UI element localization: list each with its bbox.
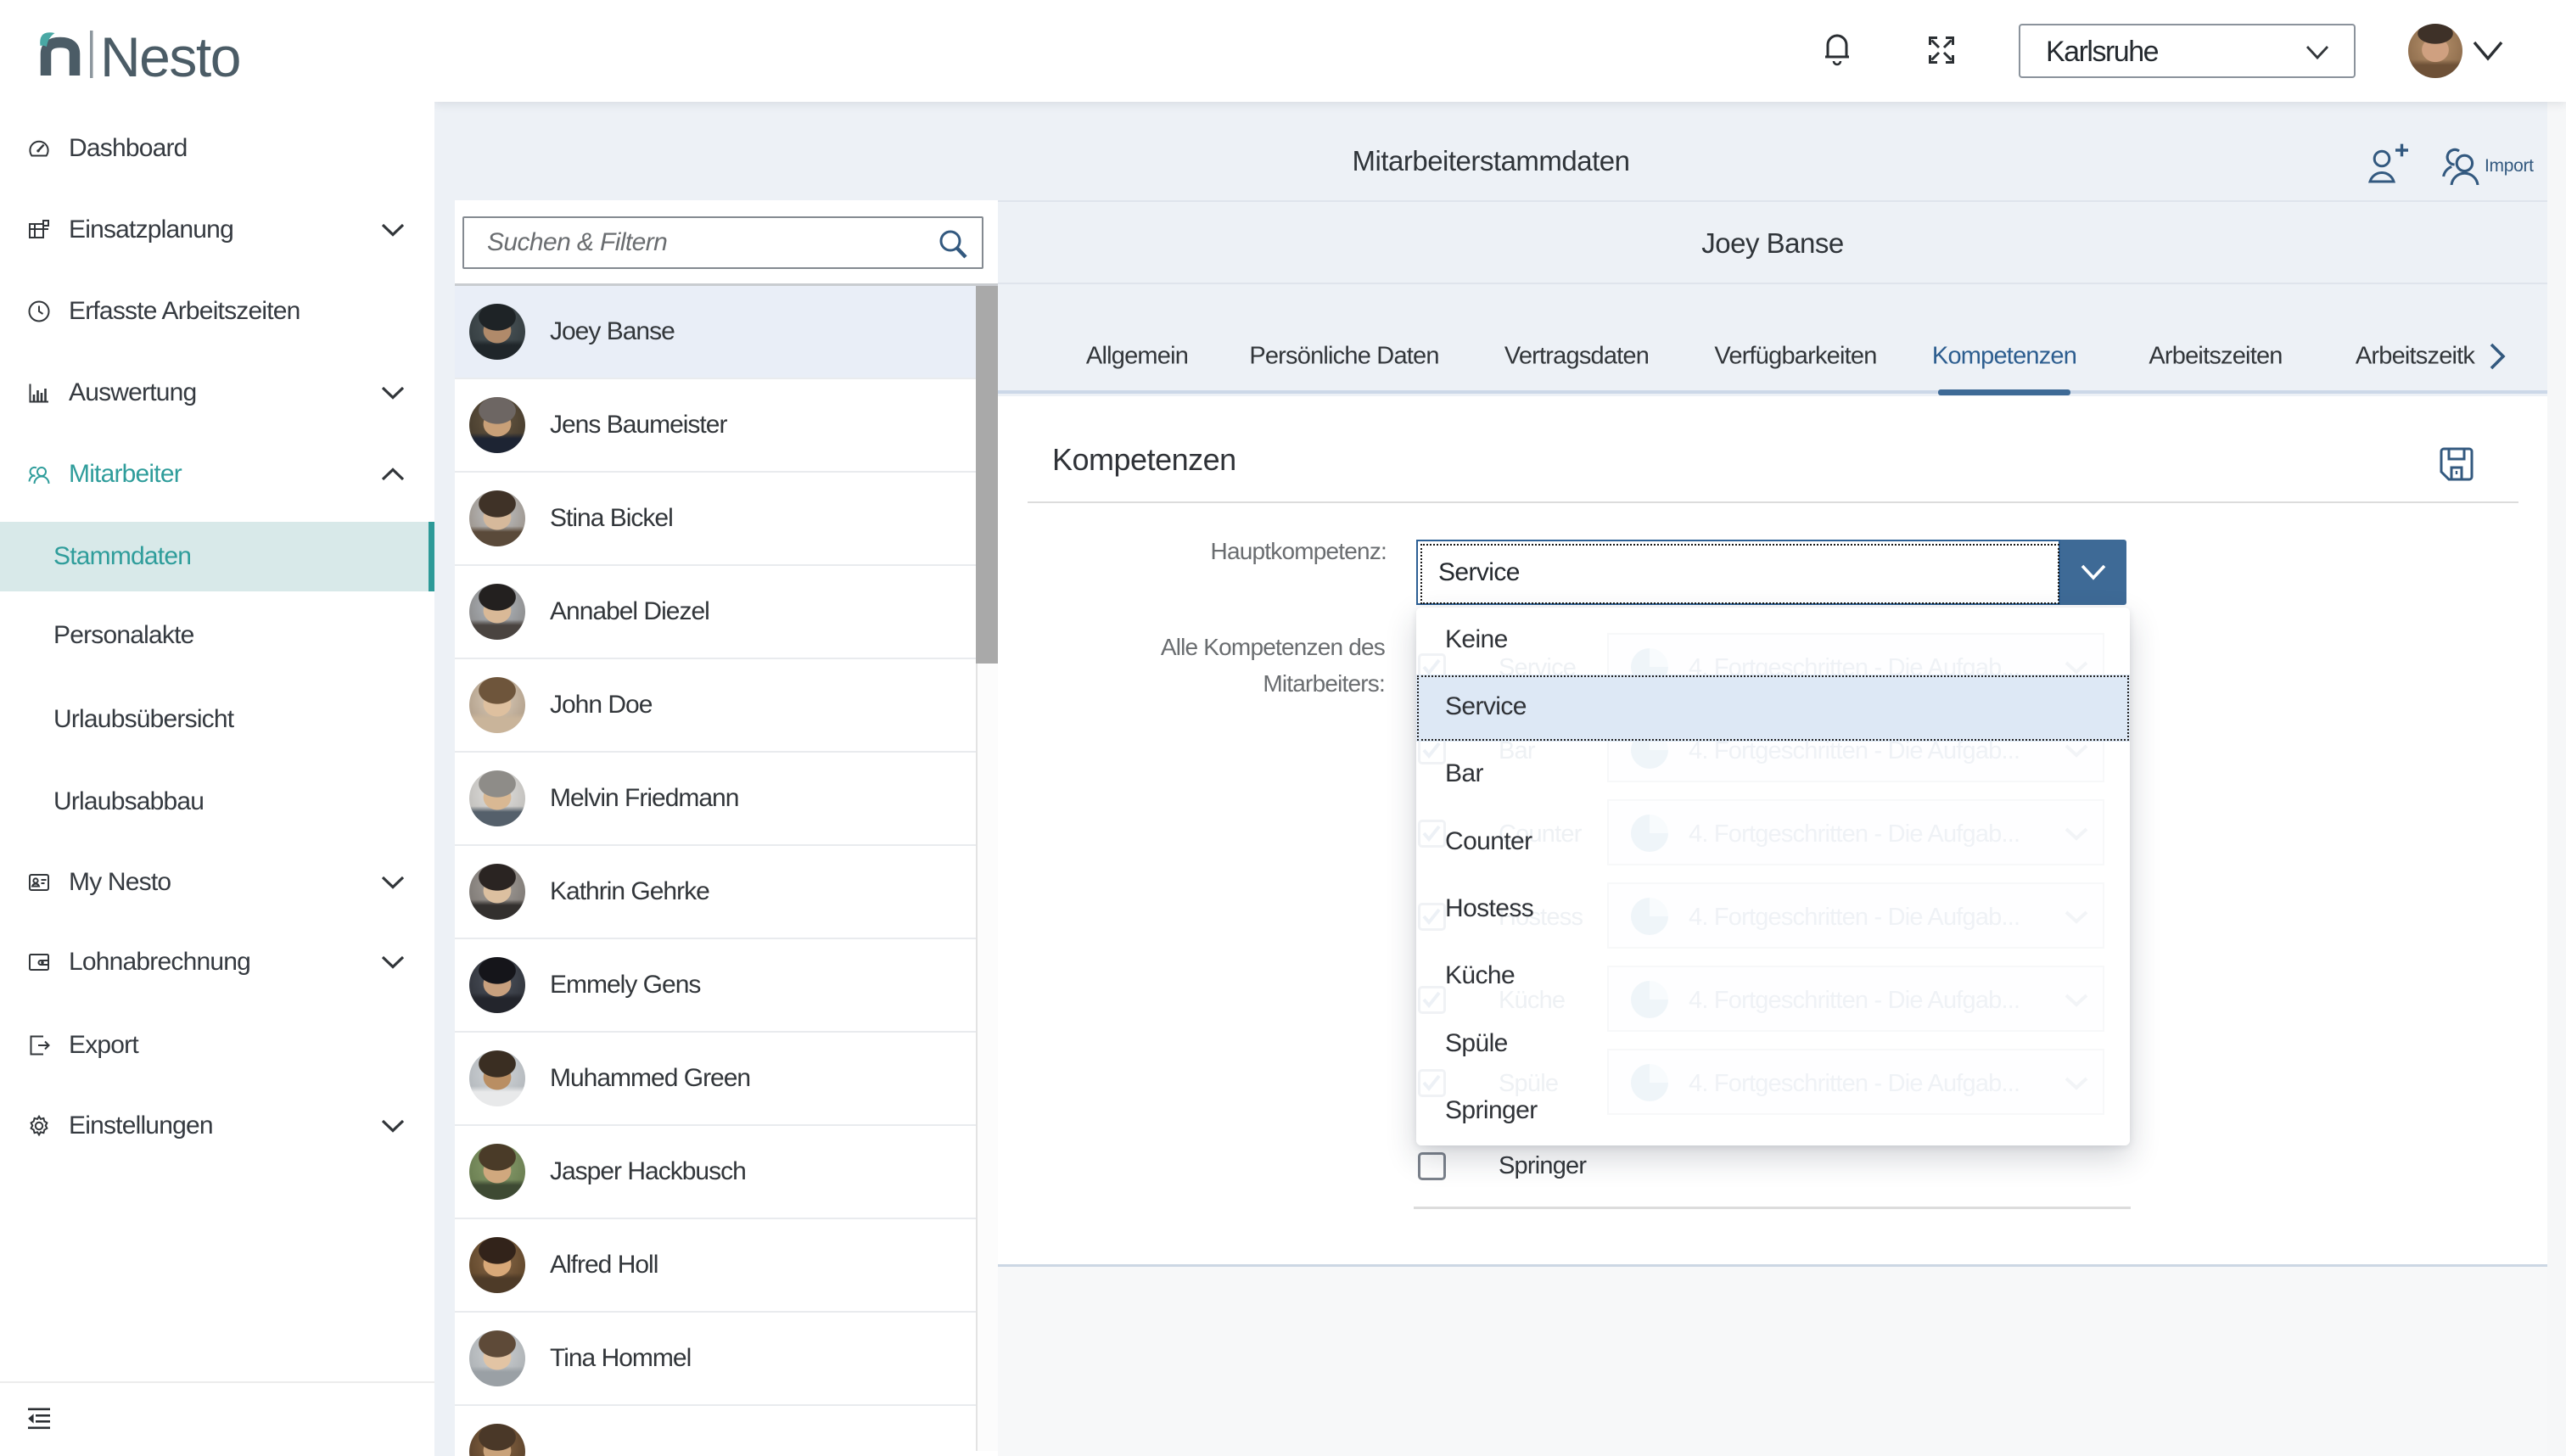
svg-text:Nesto: Nesto [100,25,240,83]
